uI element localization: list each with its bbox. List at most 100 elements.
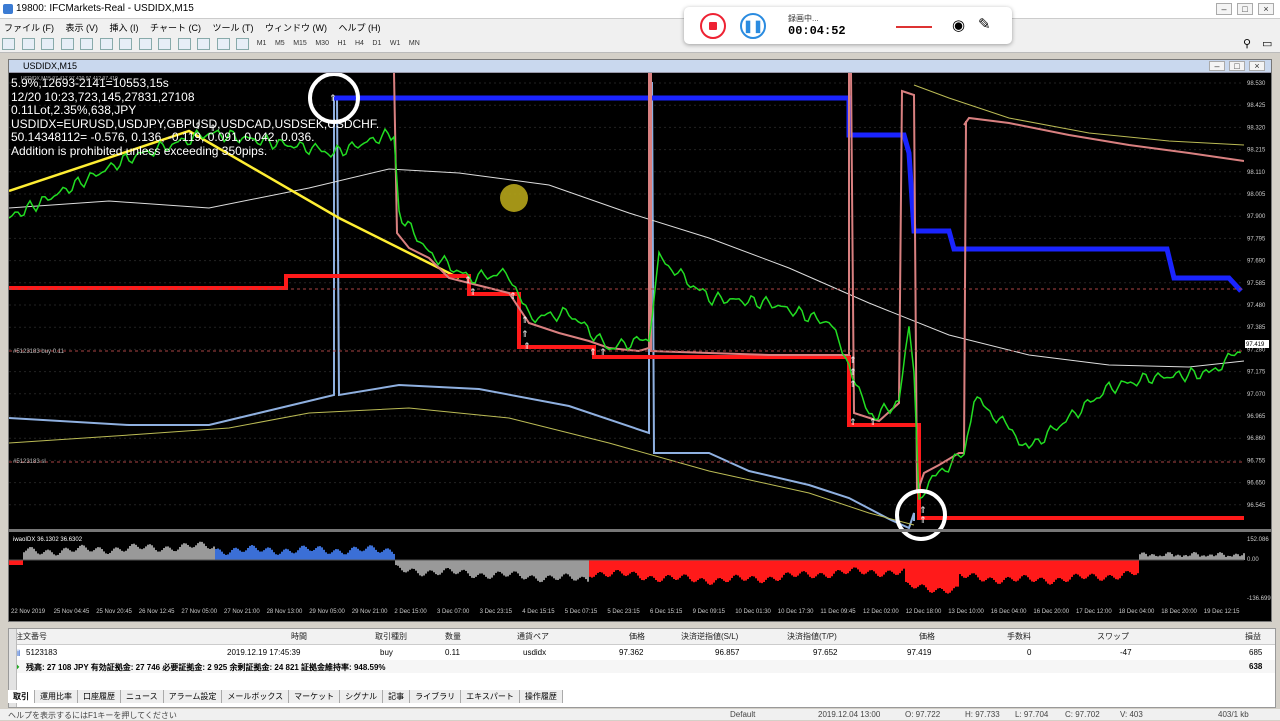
histogram-bar bbox=[301, 545, 303, 560]
trade-arrow-icon: ⇑ bbox=[849, 380, 857, 390]
tab-exposure[interactable]: 運用比率 bbox=[35, 690, 78, 703]
timeframe-d1[interactable]: D1 bbox=[372, 40, 381, 47]
timeframe-w1[interactable]: W1 bbox=[390, 40, 401, 47]
price-tick-label: 96.755 bbox=[1247, 458, 1266, 464]
stop-record-button[interactable] bbox=[700, 13, 726, 39]
timeframe-m5[interactable]: M5 bbox=[275, 40, 285, 47]
menu-help[interactable]: ヘルプ (H) bbox=[339, 21, 381, 34]
histogram-bar bbox=[309, 550, 311, 560]
market-watch-icon[interactable] bbox=[41, 38, 55, 50]
tab-articles[interactable]: 記事 bbox=[383, 690, 411, 703]
histogram-bar bbox=[303, 545, 305, 560]
chart-window[interactable]: USDIDX,M15 – □ × #5123183 buy 0.11 #5123… bbox=[8, 59, 1272, 622]
new-chart-icon[interactable] bbox=[2, 38, 15, 50]
timeframe-m15[interactable]: M15 bbox=[293, 40, 307, 47]
autoscroll-icon[interactable] bbox=[158, 38, 172, 50]
histogram-bar bbox=[305, 546, 307, 560]
histogram-bar bbox=[29, 547, 31, 560]
menu-tools[interactable]: ツール (T) bbox=[212, 21, 253, 34]
chart-close-button[interactable]: × bbox=[1249, 61, 1265, 71]
tab-mailbox[interactable]: メールボックス bbox=[222, 690, 290, 703]
histogram-bar bbox=[311, 550, 313, 560]
histogram-bar bbox=[1205, 556, 1207, 560]
chart-minimize-button[interactable]: – bbox=[1209, 61, 1225, 71]
histogram-bar bbox=[481, 560, 483, 574]
chat-icon[interactable]: ▭ bbox=[1262, 37, 1272, 50]
histogram-bar bbox=[665, 560, 667, 577]
histogram-bar bbox=[549, 560, 551, 576]
price-tick-label: 97.585 bbox=[1247, 281, 1266, 287]
webcam-icon[interactable]: ◉ bbox=[952, 16, 965, 34]
histogram-bar bbox=[345, 554, 347, 560]
histogram-bar bbox=[989, 560, 991, 578]
histogram-bar bbox=[759, 560, 761, 583]
zoom-in-icon[interactable] bbox=[99, 38, 113, 50]
timeframe-h1[interactable]: H1 bbox=[337, 40, 346, 47]
tab-market[interactable]: マーケット bbox=[289, 690, 341, 703]
histogram-bar bbox=[629, 560, 631, 574]
timeframe-h4[interactable]: H4 bbox=[355, 40, 364, 47]
window-title: 19800: IFCMarkets-Real - USDIDX,M15 bbox=[16, 3, 194, 14]
status-open: O: 97.722 bbox=[905, 710, 941, 719]
histogram-bar bbox=[241, 551, 243, 560]
timeframe-mn[interactable]: MN bbox=[409, 40, 420, 47]
periods-icon[interactable] bbox=[216, 38, 230, 50]
profiles-icon[interactable] bbox=[21, 38, 35, 50]
tab-trade[interactable]: 取引 bbox=[8, 690, 35, 703]
maximize-button[interactable]: □ bbox=[1237, 3, 1253, 15]
histogram-bar bbox=[991, 560, 993, 579]
menu-file[interactable]: ファイル (F) bbox=[4, 21, 54, 34]
menu-bar: ファイル (F) 表示 (V) 挿入 (I) チャート (C) ツール (T) … bbox=[0, 19, 1280, 35]
search-icon[interactable]: ⚲ bbox=[1243, 37, 1251, 50]
histogram-bar bbox=[1071, 560, 1073, 577]
tab-journal[interactable]: 操作履歴 bbox=[519, 690, 563, 703]
minimize-button[interactable]: – bbox=[1216, 3, 1232, 15]
histogram-bar bbox=[841, 560, 843, 572]
histogram-bar bbox=[949, 560, 951, 593]
histogram-bar bbox=[321, 547, 323, 560]
tab-signals[interactable]: シグナル bbox=[340, 690, 384, 703]
templates-icon[interactable] bbox=[236, 38, 250, 50]
navigator-icon[interactable] bbox=[60, 38, 74, 50]
histogram-bar bbox=[725, 560, 727, 583]
tab-news[interactable]: ニュース bbox=[121, 690, 164, 703]
pause-button[interactable]: ❚❚ bbox=[740, 13, 766, 39]
histogram-bar bbox=[1209, 554, 1211, 560]
histogram-bar bbox=[667, 560, 669, 575]
menu-insert[interactable]: 挿入 (I) bbox=[110, 21, 139, 34]
histogram-bar bbox=[209, 548, 211, 560]
close-button[interactable]: × bbox=[1258, 3, 1274, 15]
histogram-bar bbox=[1219, 552, 1221, 560]
menu-window[interactable]: ウィンドウ (W) bbox=[265, 21, 327, 34]
timeframe-m1[interactable]: M1 bbox=[257, 40, 267, 47]
histogram-bar bbox=[525, 560, 527, 579]
indicators-icon[interactable] bbox=[197, 38, 211, 50]
histogram-bar bbox=[1019, 560, 1021, 579]
menu-view[interactable]: 表示 (V) bbox=[66, 21, 99, 34]
histogram-bar bbox=[737, 560, 739, 576]
time-tick-label: 27 Nov 21:00 bbox=[224, 609, 260, 615]
tab-library[interactable]: ライブラリ bbox=[410, 690, 462, 703]
tab-history[interactable]: 口座履歴 bbox=[78, 690, 121, 703]
histogram-bar bbox=[1211, 554, 1213, 560]
pen-icon[interactable]: ✎ bbox=[978, 15, 991, 33]
histogram-bar bbox=[621, 560, 623, 574]
timeframe-m30[interactable]: M30 bbox=[315, 40, 329, 47]
tile-icon[interactable] bbox=[138, 38, 152, 50]
histogram-bar bbox=[401, 560, 403, 571]
zoom-out-icon[interactable] bbox=[119, 38, 133, 50]
chart-shift-icon[interactable] bbox=[177, 38, 191, 50]
table-row[interactable]: ▤ 5123183 2019.12.19 17:45:39 buy 0.11 u… bbox=[9, 646, 1275, 659]
tab-alerts[interactable]: アラーム設定 bbox=[163, 690, 223, 703]
histogram-bar bbox=[135, 544, 137, 560]
chart-restore-button[interactable]: □ bbox=[1229, 61, 1245, 71]
price-tick-label: 97.690 bbox=[1247, 259, 1266, 265]
terminal-icon[interactable] bbox=[80, 38, 94, 50]
histogram-bar bbox=[1085, 560, 1087, 579]
tab-experts[interactable]: エキスパート bbox=[461, 690, 520, 703]
histogram-bar bbox=[779, 560, 781, 580]
histogram-bar bbox=[829, 560, 831, 578]
menu-chart[interactable]: チャート (C) bbox=[150, 21, 201, 34]
histogram-bar bbox=[527, 560, 529, 578]
histogram-bar bbox=[425, 560, 427, 574]
